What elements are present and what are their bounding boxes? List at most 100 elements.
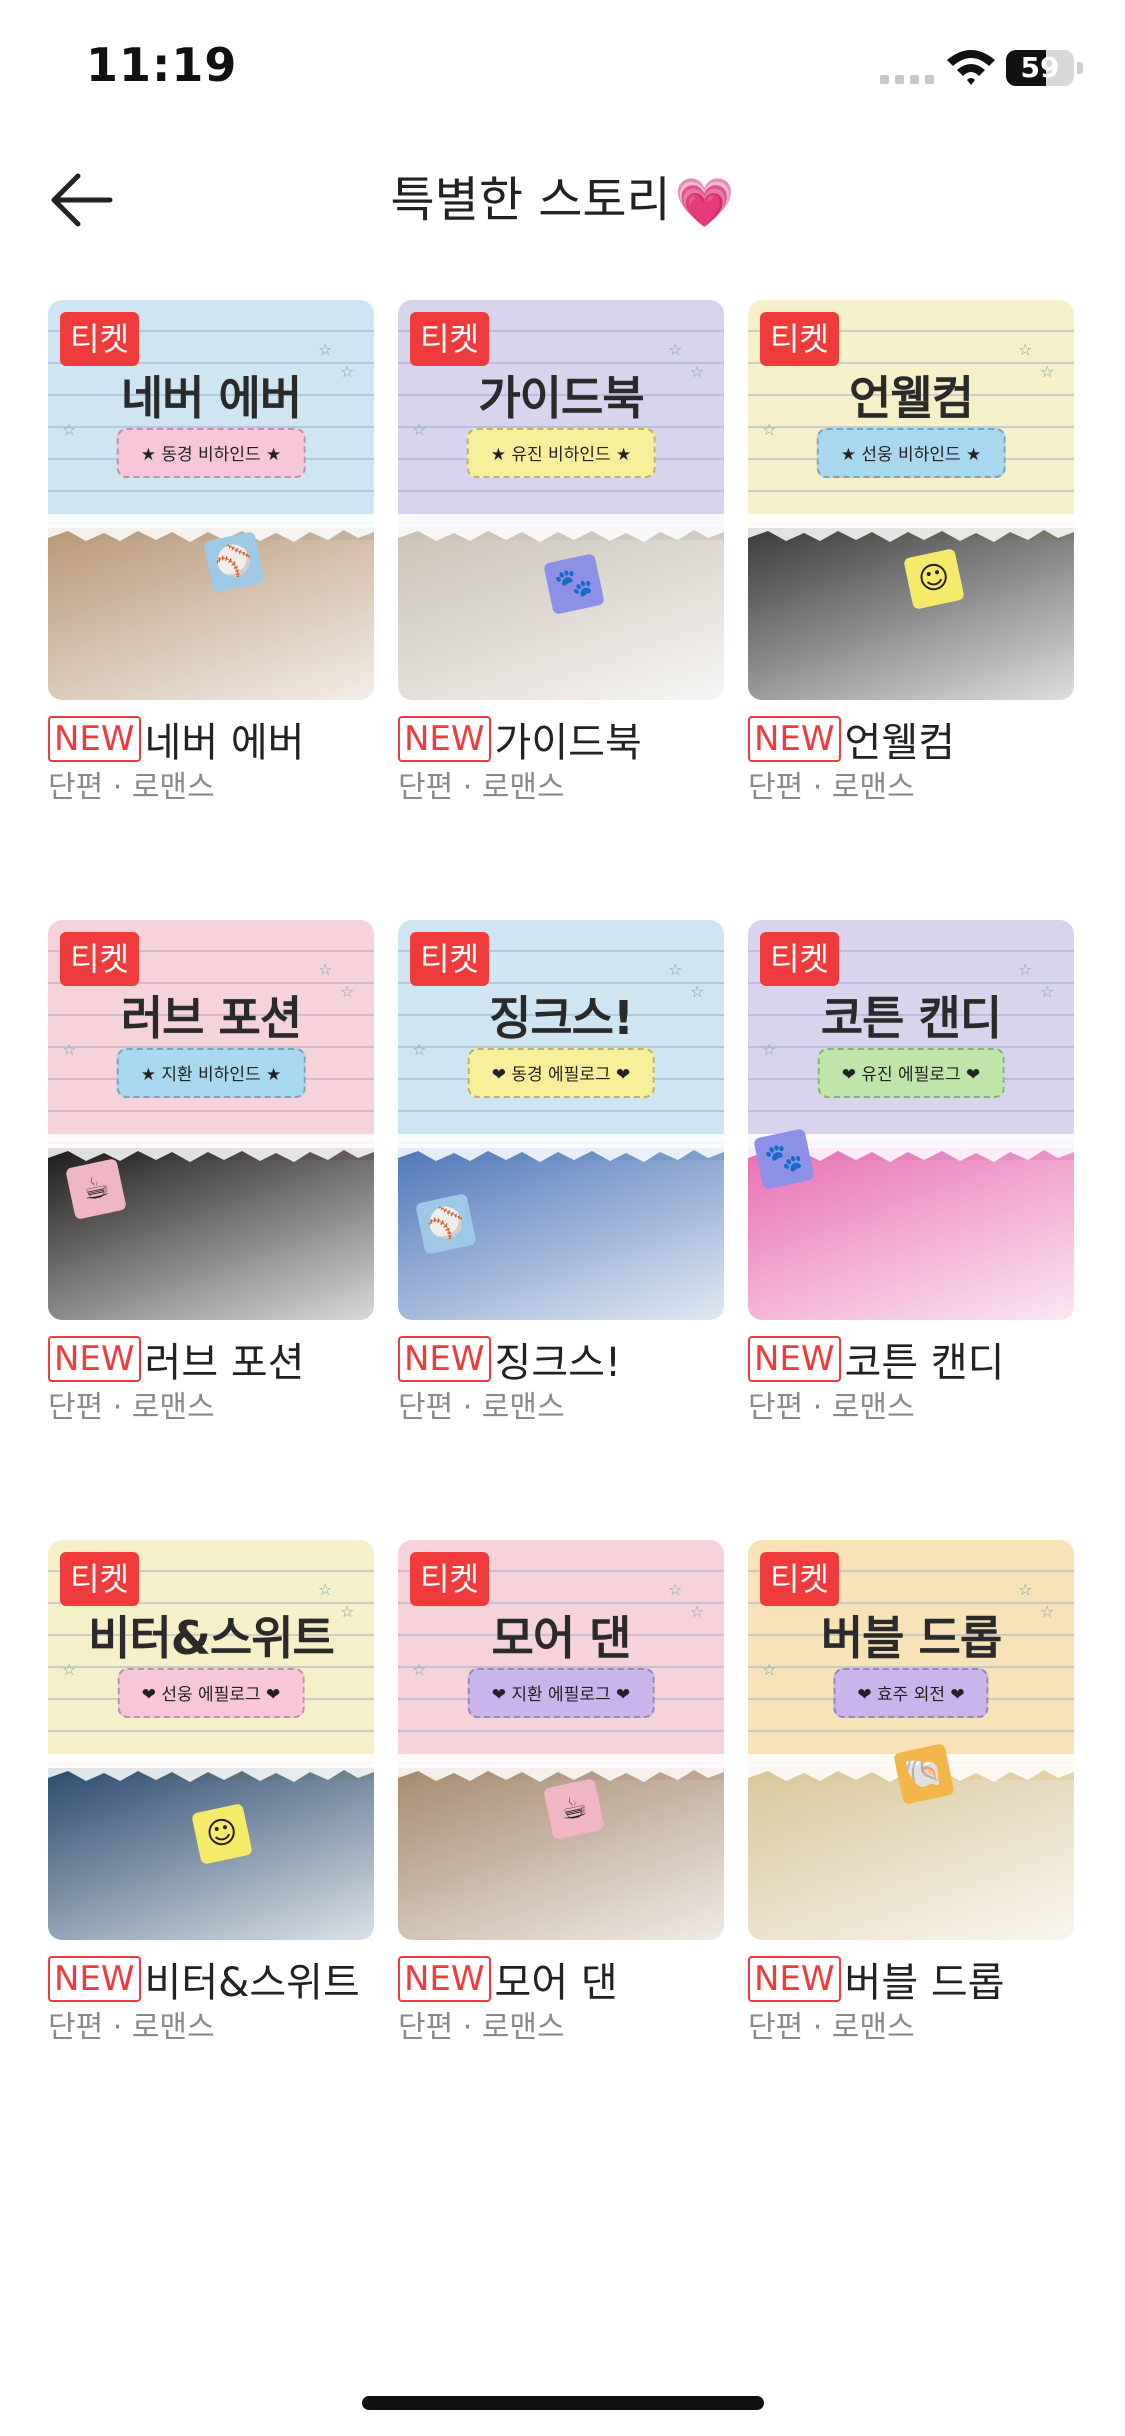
story-name: 가이드북 [494, 720, 642, 766]
status-time: 11:19 [86, 38, 238, 92]
story-thumbnail[interactable]: 티켓 ☆ ☆ ☆ 가이드북 ★ 유진 비하인드 ★ 🐾 [398, 300, 724, 700]
story-meta: 단편 · 로맨스 [48, 1390, 215, 1425]
story-thumbnail[interactable]: 티켓 ☆ ☆ ☆ 비터&스위트 ❤ 선웅 에필로그 ❤ ☺ [48, 1540, 374, 1940]
ticket-badge: 티켓 [760, 932, 839, 986]
story-card[interactable]: 티켓 ☆ ☆ ☆ 버블 드롭 ❤ 효주 외전 ❤ 🐚 NEW 버블 드롭 단편 ·… [748, 1540, 1074, 2060]
new-badge: NEW [398, 716, 491, 762]
story-name-row[interactable]: NEW 코튼 캔디 [748, 1330, 1088, 1386]
story-name-row[interactable]: NEW 가이드북 [398, 710, 738, 766]
battery-icon: 59 [1006, 50, 1084, 86]
ticket-badge: 티켓 [60, 1552, 139, 1606]
story-card[interactable]: 티켓 ☆ ☆ ☆ 모어 댄 ❤ 지환 에필로그 ❤ ☕ NEW 모어 댄 단편 ·… [398, 1540, 724, 2060]
cellular-signal-icon [880, 70, 936, 84]
cover-title: 징크스! [489, 991, 634, 1045]
story-card[interactable]: 티켓 ☆ ☆ ☆ 징크스! ❤ 동경 에필로그 ❤ ⚾ NEW 징크스! 단편 ·… [398, 920, 724, 1440]
cover-title: 러브 포션 [120, 991, 302, 1045]
story-meta: 단편 · 로맨스 [398, 2010, 565, 2045]
cover-ribbon: ❤ 동경 에필로그 ❤ [467, 1048, 655, 1098]
arrow-left-icon [51, 173, 113, 227]
ticket-badge: 티켓 [60, 932, 139, 986]
new-badge: NEW [748, 1956, 841, 2002]
cover-ribbon: ❤ 효주 외전 ❤ [833, 1668, 989, 1718]
torn-paper-edge [398, 1754, 724, 1782]
star-decoration: ☆ [1018, 960, 1033, 979]
new-badge: NEW [48, 716, 141, 762]
star-decoration: ☆ [318, 960, 333, 979]
ticket-badge: 티켓 [410, 312, 489, 366]
story-name: 징크스! [494, 1340, 621, 1386]
page-title: 특별한 스토리💗 [0, 140, 1125, 260]
story-name-row[interactable]: NEW 네버 에버 [48, 710, 388, 766]
star-decoration: ☆ [668, 340, 683, 359]
cover-ribbon: ❤ 지환 에필로그 ❤ [467, 1668, 655, 1718]
cover-ribbon: ❤ 유진 에필로그 ❤ [817, 1048, 1005, 1098]
story-meta: 단편 · 로맨스 [398, 1390, 565, 1425]
new-badge: NEW [398, 1956, 491, 2002]
story-card[interactable]: 티켓 ☆ ☆ ☆ 가이드북 ★ 유진 비하인드 ★ 🐾 NEW 가이드북 단편 ·… [398, 300, 724, 820]
story-name: 네버 에버 [144, 720, 305, 766]
new-badge: NEW [48, 1956, 141, 2002]
story-name-row[interactable]: NEW 비터&스위트 [48, 1950, 388, 2006]
cover-photo [748, 528, 1074, 700]
sticker-icon: ☕ [65, 1158, 127, 1220]
sticker-icon: 🐾 [543, 553, 605, 615]
story-name-row[interactable]: NEW 언웰컴 [748, 710, 1088, 766]
back-button[interactable] [40, 165, 120, 235]
torn-paper-edge [748, 514, 1074, 542]
sticker-icon: ⚾ [203, 531, 265, 593]
story-name-row[interactable]: NEW 징크스! [398, 1330, 738, 1386]
star-decoration: ☆ [318, 1580, 333, 1599]
star-decoration: ☆ [668, 1580, 683, 1599]
story-name: 코튼 캔디 [844, 1340, 1005, 1386]
story-thumbnail[interactable]: 티켓 ☆ ☆ ☆ 코튼 캔디 ❤ 유진 에필로그 ❤ 🐾 [748, 920, 1074, 1320]
cover-ribbon: ★ 지환 비하인드 ★ [116, 1048, 306, 1098]
home-indicator[interactable] [362, 2396, 764, 2410]
cover-title: 코튼 캔디 [820, 991, 1002, 1045]
story-meta: 단편 · 로맨스 [48, 770, 215, 805]
header: 특별한 스토리💗 [0, 140, 1125, 260]
story-name: 모어 댄 [494, 1960, 618, 2006]
story-thumbnail[interactable]: 티켓 ☆ ☆ ☆ 모어 댄 ❤ 지환 에필로그 ❤ ☕ [398, 1540, 724, 1940]
ticket-badge: 티켓 [410, 1552, 489, 1606]
new-badge: NEW [748, 716, 841, 762]
sticker-icon: 🐾 [753, 1128, 815, 1190]
story-card[interactable]: 티켓 ☆ ☆ ☆ 러브 포션 ★ 지환 비하인드 ★ ☕ NEW 러브 포션 단편… [48, 920, 374, 1440]
story-name: 비터&스위트 [144, 1960, 360, 2006]
story-meta: 단편 · 로맨스 [398, 770, 565, 805]
story-card[interactable]: 티켓 ☆ ☆ ☆ 코튼 캔디 ❤ 유진 에필로그 ❤ 🐾 NEW 코튼 캔디 단편… [748, 920, 1074, 1440]
torn-paper-edge [398, 1134, 724, 1162]
star-decoration: ☆ [668, 960, 683, 979]
ticket-badge: 티켓 [760, 312, 839, 366]
cover-title: 언웰컴 [849, 371, 974, 425]
story-name-row[interactable]: NEW 버블 드롭 [748, 1950, 1088, 2006]
cover-title: 모어 댄 [491, 1611, 632, 1665]
ticket-badge: 티켓 [410, 932, 489, 986]
story-thumbnail[interactable]: 티켓 ☆ ☆ ☆ 러브 포션 ★ 지환 비하인드 ★ ☕ [48, 920, 374, 1320]
cover-ribbon: ★ 선웅 비하인드 ★ [816, 428, 1006, 478]
story-name-row[interactable]: NEW 러브 포션 [48, 1330, 388, 1386]
cover-photo [398, 528, 724, 700]
story-name: 버블 드롭 [844, 1960, 1005, 2006]
torn-paper-edge [48, 1754, 374, 1782]
sticker-icon: ☺ [903, 548, 965, 610]
ticket-badge: 티켓 [60, 312, 139, 366]
cover-title: 네버 에버 [120, 371, 302, 425]
cover-ribbon: ❤ 선웅 에필로그 ❤ [117, 1668, 305, 1718]
story-thumbnail[interactable]: 티켓 ☆ ☆ ☆ 네버 에버 ★ 동경 비하인드 ★ ⚾ [48, 300, 374, 700]
sticker-icon: ☺ [191, 1803, 253, 1865]
story-thumbnail[interactable]: 티켓 ☆ ☆ ☆ 버블 드롭 ❤ 효주 외전 ❤ 🐚 [748, 1540, 1074, 1940]
story-meta: 단편 · 로맨스 [748, 2010, 915, 2045]
battery-level: 59 [1020, 51, 1060, 84]
story-meta: 단편 · 로맨스 [48, 2010, 215, 2045]
cover-title: 비터&스위트 [88, 1611, 335, 1665]
story-card[interactable]: 티켓 ☆ ☆ ☆ 언웰컴 ★ 선웅 비하인드 ★ ☺ NEW 언웰컴 단편 · 로… [748, 300, 1074, 820]
status-bar: 11:19 59 [0, 0, 1125, 135]
story-name-row[interactable]: NEW 모어 댄 [398, 1950, 738, 2006]
story-card[interactable]: 티켓 ☆ ☆ ☆ 네버 에버 ★ 동경 비하인드 ★ ⚾ NEW 네버 에버 단편… [48, 300, 374, 820]
cover-title: 가이드북 [478, 371, 644, 425]
story-card[interactable]: 티켓 ☆ ☆ ☆ 비터&스위트 ❤ 선웅 에필로그 ❤ ☺ NEW 비터&스위트 … [48, 1540, 374, 2060]
heart-emoji: 💗 [674, 175, 735, 231]
cover-ribbon: ★ 동경 비하인드 ★ [116, 428, 306, 478]
story-thumbnail[interactable]: 티켓 ☆ ☆ ☆ 언웰컴 ★ 선웅 비하인드 ★ ☺ [748, 300, 1074, 700]
story-thumbnail[interactable]: 티켓 ☆ ☆ ☆ 징크스! ❤ 동경 에필로그 ❤ ⚾ [398, 920, 724, 1320]
